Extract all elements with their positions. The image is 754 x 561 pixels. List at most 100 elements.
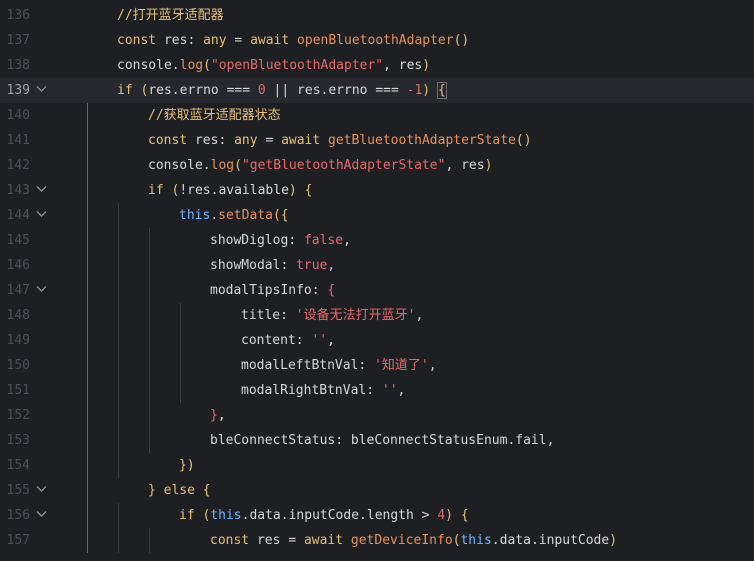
- indent-guide: [149, 228, 150, 253]
- indent-guide: [118, 278, 119, 303]
- code-token: ===: [367, 83, 407, 98]
- code-line[interactable]: 157 const res = await getDeviceInfo(this.…: [0, 528, 754, 553]
- code-token: 0: [257, 83, 266, 98]
- code-token: -1: [406, 83, 423, 98]
- code-line[interactable]: 143 if (!res.available) {: [0, 178, 754, 203]
- code-line[interactable]: 141 const res: any = await getBluetoothAd…: [0, 128, 754, 153]
- code-token: getBluetoothAdapterState: [328, 133, 516, 148]
- indent-guide: [87, 503, 88, 528]
- code-line[interactable]: 144 this.setData({: [0, 203, 754, 228]
- code-token: //获取蓝牙适配器状态: [148, 108, 281, 123]
- code-token: ===: [218, 83, 258, 98]
- code-line[interactable]: 154}): [0, 453, 754, 478]
- fold-chevron-icon[interactable]: [36, 78, 48, 103]
- code-token: if: [179, 508, 203, 523]
- code-line[interactable]: 136 //打开蓝牙适配器: [0, 3, 754, 28]
- code-line[interactable]: 151 modalRightBtnVal: '',: [0, 378, 754, 403]
- code-token: const: [148, 133, 195, 148]
- code-token: if: [148, 183, 172, 198]
- code-line[interactable]: 146 showModal: true,: [0, 253, 754, 278]
- line-number: 151: [6, 383, 30, 398]
- indent-guide: [87, 453, 88, 478]
- code-token: ,: [445, 158, 462, 173]
- code-token: :: [280, 308, 296, 323]
- code-token: '': [311, 333, 328, 348]
- line-number: 149: [6, 333, 30, 348]
- fold-chevron-icon[interactable]: [36, 478, 48, 503]
- indent-guide: [118, 453, 119, 478]
- fold-chevron-icon[interactable]: [36, 503, 48, 528]
- code-line[interactable]: 140 //获取蓝牙适配器状态: [0, 103, 754, 128]
- code-token: {: [436, 82, 447, 99]
- indent-guide: [118, 228, 119, 253]
- indent-guide: [87, 328, 88, 353]
- code-editor[interactable]: 136 //打开蓝牙适配器 137 const res: any = await op…: [0, 0, 754, 561]
- line-number: 140: [6, 108, 30, 123]
- code-token: .: [171, 83, 180, 98]
- code-token: title: [241, 308, 281, 323]
- code-text: bleConnectStatus: bleConnectStatusEnum.f…: [210, 428, 554, 453]
- code-line[interactable]: 145 showDiglog: false,: [0, 228, 754, 253]
- code-token: res: [194, 133, 219, 148]
- code-token: ): [445, 508, 461, 523]
- code-text: const res: any = await openBluetoothAdap…: [117, 28, 469, 53]
- code-token: 4: [437, 508, 446, 523]
- line-number: 138: [6, 58, 30, 73]
- code-token: ,: [343, 233, 351, 248]
- code-token: errno: [328, 83, 368, 98]
- indent-guide: [149, 528, 150, 553]
- code-token: =: [226, 33, 251, 48]
- code-token: }): [179, 458, 195, 473]
- code-token: }: [210, 408, 218, 423]
- code-token: openBluetoothAdapter: [297, 33, 454, 48]
- indent-guide: [149, 403, 150, 428]
- code-token: bleConnectStatusEnum: [350, 433, 508, 448]
- code-token: =: [257, 133, 282, 148]
- line-number: 156: [6, 508, 30, 523]
- code-token: this: [210, 508, 242, 523]
- code-text: if (this.data.inputCode.length > 4) {: [179, 503, 469, 528]
- code-line[interactable]: 138 console.log("openBluetoothAdapter", r…: [0, 53, 754, 78]
- code-text: modalRightBtnVal: '',: [241, 378, 405, 403]
- indent-guide: [180, 303, 181, 328]
- code-token: bleConnectStatus: [210, 433, 336, 448]
- code-line[interactable]: 155} else {: [0, 478, 754, 503]
- code-token: fail: [515, 433, 547, 448]
- line-number: 147: [6, 283, 30, 298]
- code-token: ,: [415, 308, 424, 323]
- code-line[interactable]: 137 const res: any = await openBluetoothA…: [0, 28, 754, 53]
- code-token: ,: [546, 433, 555, 448]
- fold-chevron-icon[interactable]: [36, 203, 48, 228]
- code-token: :: [187, 33, 204, 48]
- line-number: 154: [6, 458, 30, 473]
- code-text: if (res.errno === 0 || res.errno === -1)…: [117, 78, 447, 103]
- line-number: 150: [6, 358, 30, 373]
- code-line[interactable]: 147 modalTipsInfo: {: [0, 278, 754, 303]
- indent-guide: [149, 353, 150, 378]
- code-token: ): [422, 58, 431, 73]
- code-line[interactable]: 150 modalLeftBtnVal: '知道了',: [0, 353, 754, 378]
- code-line[interactable]: 142 console.log("getBluetoothAdapterState…: [0, 153, 754, 178]
- code-line[interactable]: 139 if (res.errno === 0 || res.errno === …: [0, 78, 754, 103]
- code-token: :: [358, 358, 375, 373]
- code-text: //打开蓝牙适配器: [117, 3, 224, 28]
- code-token: modalRightBtnVal: [241, 383, 367, 398]
- code-line[interactable]: 149 content: '',: [0, 328, 754, 353]
- code-token: :: [218, 133, 235, 148]
- indent-guide: [87, 378, 88, 403]
- fold-chevron-icon[interactable]: [36, 178, 48, 203]
- line-number: 139: [6, 83, 30, 98]
- code-line[interactable]: 152},: [0, 403, 754, 428]
- indent-guide: [118, 528, 119, 553]
- fold-chevron-icon[interactable]: [36, 278, 48, 303]
- code-line[interactable]: 153 bleConnectStatus: bleConnectStatusEnu…: [0, 428, 754, 453]
- code-token: .: [280, 508, 289, 523]
- code-text: },: [210, 403, 226, 428]
- indent-guide: [87, 228, 88, 253]
- code-token: :: [295, 333, 312, 348]
- code-text: }): [179, 453, 195, 478]
- code-token: ): [288, 183, 305, 198]
- indent-guide: [149, 378, 150, 403]
- code-line[interactable]: 148 title: '设备无法打开蓝牙',: [0, 303, 754, 328]
- code-line[interactable]: 156 if (this.data.inputCode.length > 4) {: [0, 503, 754, 528]
